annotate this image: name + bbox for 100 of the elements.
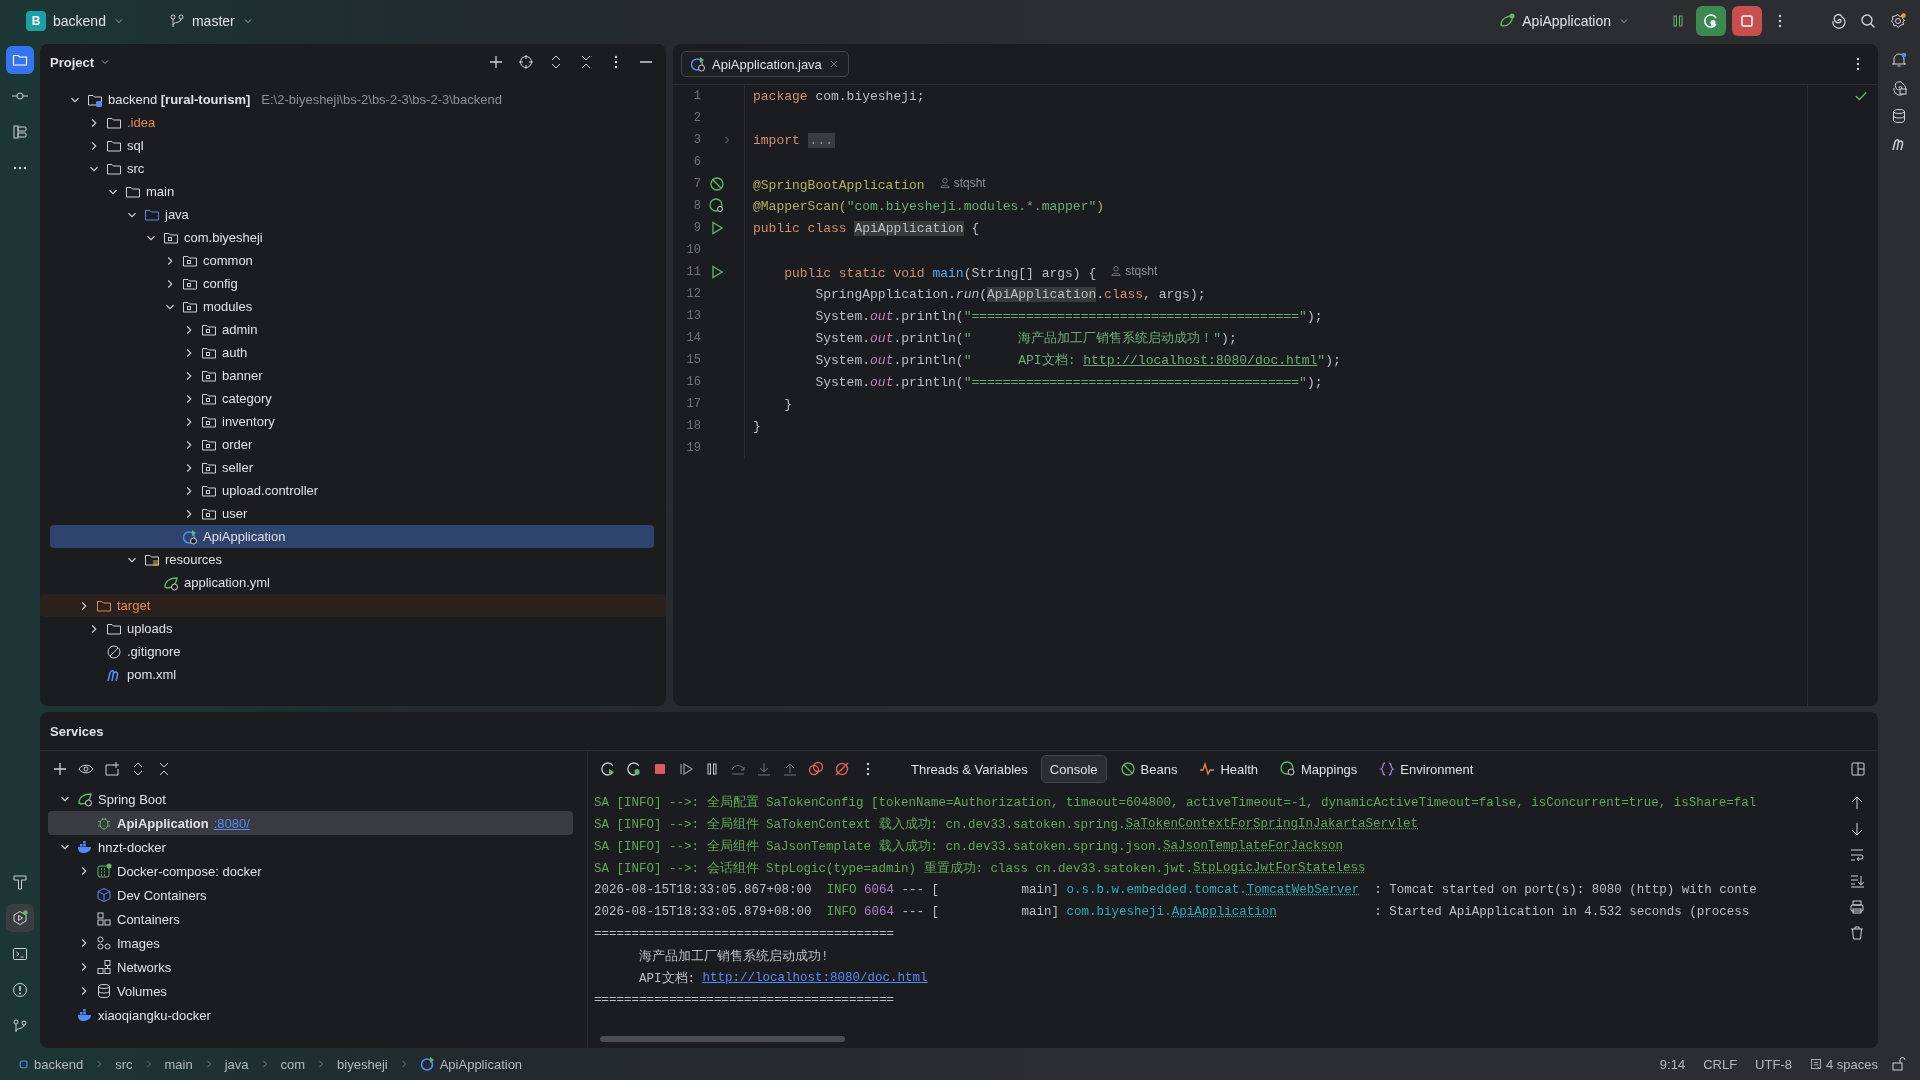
run-config-selector[interactable]: ApiApplication xyxy=(1491,9,1638,33)
code-line: SpringApplication.run(ApiApplication.class, args); xyxy=(814,286,1206,302)
code-line: System.out.println(" API文档: http://localhost:8080/doc.html"); xyxy=(814,352,1341,369)
service-item[interactable]: Dev Containers xyxy=(48,883,573,907)
bean-icon[interactable] xyxy=(709,176,725,192)
class-icon xyxy=(690,56,706,72)
indent-setting[interactable]: 4 spaces xyxy=(1803,1056,1884,1072)
tree-item[interactable]: ApiApplication xyxy=(50,525,654,548)
code-line: import ... xyxy=(753,132,835,148)
debug-button[interactable] xyxy=(1696,6,1726,36)
tree-item[interactable]: application.yml xyxy=(50,571,654,594)
breadcrumb[interactable]: biyesheji xyxy=(333,1056,392,1072)
tree-item[interactable]: .gitignore xyxy=(50,640,654,663)
project-path: E:\2-biyesheji\bs-2\bs-2-3\bs-2-3\backend xyxy=(261,92,502,107)
class-link[interactable]: TomcatWebServer xyxy=(1246,883,1360,897)
line-ending[interactable]: CRLF xyxy=(1697,1056,1744,1072)
url-link[interactable]: http://localhost:8080/doc.html xyxy=(1083,353,1318,368)
tree-item[interactable]: pom.xml xyxy=(50,663,654,686)
tree-item[interactable]: seller xyxy=(50,456,654,479)
blocked-icon xyxy=(106,643,122,660)
tree-item[interactable]: user xyxy=(50,502,654,525)
tool-tab[interactable]: Threads & Variables xyxy=(902,755,1037,783)
panel-title[interactable]: Project xyxy=(50,54,112,70)
run-icon[interactable] xyxy=(709,220,725,236)
code-line: System.out.println("=========================================="); xyxy=(814,374,1323,390)
tree-item[interactable]: uploads xyxy=(50,617,654,640)
cursor-position[interactable]: 9:14 xyxy=(1653,1056,1692,1072)
author-hint[interactable]: stqsht xyxy=(938,175,986,190)
class-link[interactable]: SaJsonTemplateForJackson xyxy=(1163,839,1344,853)
tree-item[interactable]: admin xyxy=(50,318,654,341)
editor-tab[interactable]: ApiApplication.java xyxy=(681,51,849,77)
tree-item[interactable]: upload.controller xyxy=(50,479,654,502)
run-icon[interactable] xyxy=(709,264,725,280)
tree-item[interactable]: modules xyxy=(50,295,654,318)
tree-item[interactable]: main xyxy=(50,180,654,203)
code-line: public static void main(String[] args) { stqsht xyxy=(783,263,1158,281)
line-number: 9 xyxy=(692,221,701,235)
breadcrumb[interactable]: ApiApplication xyxy=(415,1056,527,1072)
service-item[interactable]: hnzt-docker xyxy=(48,835,573,859)
url-link[interactable]: http://localhost:8080/doc.html xyxy=(702,971,928,985)
bean-search-icon[interactable] xyxy=(709,198,725,214)
line-number: 3 xyxy=(692,133,701,147)
tree-item[interactable]: banner xyxy=(50,364,654,387)
tree-item[interactable]: target xyxy=(40,594,666,617)
tree-item[interactable]: config xyxy=(50,272,654,295)
network-icon xyxy=(96,959,112,975)
tree-item[interactable]: backend [rural-tourism] E:\2-biyesheji\bs-2\bs-2-3\bs-2-3\backend xyxy=(50,88,654,111)
tree-item[interactable]: inventory xyxy=(50,410,654,433)
service-item[interactable]: xiaoqiangku-docker xyxy=(48,1003,573,1027)
person-icon xyxy=(938,176,951,189)
service-item[interactable]: ApiApplication :8080/ xyxy=(48,811,573,835)
console-line: SA [INFO] -->: 全局组件 SaJsonTemplate 载入成功: cn.dev33.satoken.spring.json.SaJsonTemplateForJackson xyxy=(594,838,1345,856)
console-line: 海产品加工厂销售系统启动成功! xyxy=(638,948,830,966)
service-item[interactable]: Volumes xyxy=(48,979,573,1003)
code-line: package com.biyesheji; xyxy=(753,88,925,104)
tree-item[interactable]: category xyxy=(50,387,654,410)
module-icon xyxy=(18,1058,30,1070)
file-encoding[interactable]: UTF-8 xyxy=(1749,1056,1798,1072)
tool-tab[interactable]: Beans xyxy=(1110,755,1187,783)
tree-item[interactable]: common xyxy=(50,249,654,272)
class-link[interactable]: ApiApplication xyxy=(1171,905,1277,919)
breadcrumb[interactable]: src xyxy=(111,1056,137,1072)
tool-tab[interactable]: Console xyxy=(1040,755,1107,783)
line-number: 13 xyxy=(685,309,701,323)
stop-button[interactable] xyxy=(1732,6,1762,36)
person-icon xyxy=(1110,264,1123,277)
line-number: 19 xyxy=(685,441,701,455)
breadcrumb[interactable]: com xyxy=(276,1056,310,1072)
tool-tab[interactable]: Mappings xyxy=(1271,755,1367,783)
leaf-icon xyxy=(163,574,179,591)
breadcrumb[interactable]: main xyxy=(160,1056,197,1072)
class-link[interactable]: StpLogicJwtForStateless xyxy=(1193,861,1366,875)
breadcrumb[interactable]: java xyxy=(220,1056,253,1072)
breadcrumb[interactable]: backend xyxy=(14,1056,88,1072)
line-number: 18 xyxy=(685,419,701,433)
service-item[interactable]: Spring Boot xyxy=(48,787,573,811)
lock-icon[interactable] xyxy=(1890,1056,1906,1072)
tree-item[interactable]: auth xyxy=(50,341,654,364)
tree-item[interactable]: src xyxy=(50,157,654,180)
tree-item[interactable]: com.biyesheji xyxy=(50,226,654,249)
pulse-icon xyxy=(1199,761,1216,777)
grid-icon xyxy=(96,863,112,879)
tool-tab[interactable]: Environment xyxy=(1370,755,1483,783)
author-hint[interactable]: stqsht xyxy=(1110,263,1158,278)
service-item[interactable]: Containers xyxy=(48,907,573,931)
circles-icon xyxy=(96,935,112,951)
tree-item[interactable]: .idea xyxy=(50,111,654,134)
tree-item[interactable]: sql xyxy=(50,134,654,157)
tree-item[interactable]: order xyxy=(50,433,654,456)
tool-tab[interactable]: Health xyxy=(1190,755,1267,783)
service-item[interactable]: Networks xyxy=(48,955,573,979)
tree-item[interactable]: resources xyxy=(50,548,654,571)
service-item[interactable]: Images xyxy=(48,931,573,955)
tree-item[interactable]: java xyxy=(50,203,654,226)
project-switcher[interactable]: B backend xyxy=(18,7,133,35)
branch-switcher[interactable]: master xyxy=(160,9,262,33)
code-line: @SpringBootApplication stqsht xyxy=(753,175,986,193)
class-link[interactable]: SaTokenContextForSpringInJakartaServlet xyxy=(1125,817,1419,831)
leaf-icon xyxy=(77,791,93,807)
service-item[interactable]: Docker-compose: docker xyxy=(48,859,573,883)
